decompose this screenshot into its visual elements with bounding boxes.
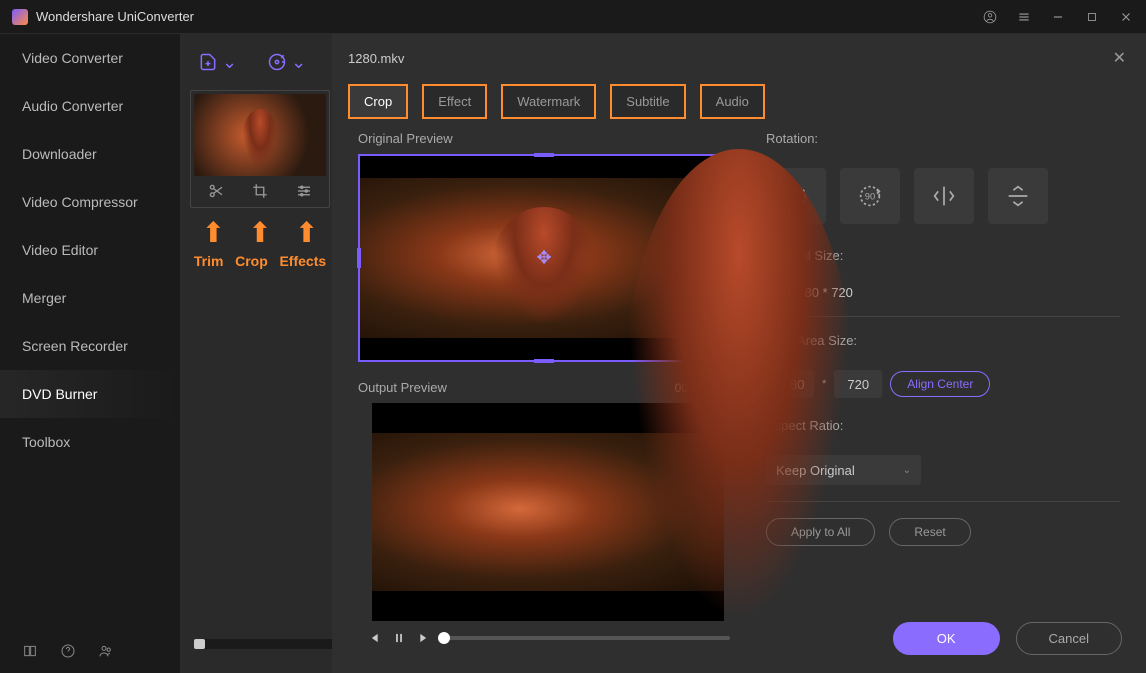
- pause-button[interactable]: [392, 631, 406, 645]
- move-icon[interactable]: ✥: [536, 248, 551, 269]
- tutorial-icon[interactable]: [22, 643, 38, 659]
- ok-button[interactable]: OK: [893, 622, 1000, 655]
- flip-horizontal-button[interactable]: [914, 168, 974, 224]
- original-preview-label: Original Preview: [358, 131, 738, 146]
- crop-handle-left[interactable]: [357, 248, 361, 268]
- rotation-label: Rotation:: [766, 131, 1120, 146]
- annotation-crop: Crop: [235, 253, 268, 269]
- filename-label: 1280.mkv: [348, 51, 404, 66]
- clip-thumbnail[interactable]: [194, 94, 326, 176]
- tab-watermark[interactable]: Watermark: [501, 84, 596, 119]
- chevron-down-icon: ⌄: [903, 465, 911, 476]
- reset-button[interactable]: Reset: [889, 518, 970, 546]
- arrow-up-icon: ⬆: [248, 216, 271, 249]
- cancel-button[interactable]: Cancel: [1016, 622, 1122, 655]
- crop-handle-top[interactable]: [534, 153, 554, 157]
- app-logo: Wondershare UniConverter: [12, 9, 194, 25]
- logo-icon: [12, 9, 28, 25]
- chevron-down-icon: ⌄: [291, 52, 306, 73]
- sidebar-item-toolbox[interactable]: Toolbox: [0, 418, 180, 466]
- sidebar-item-dvd-burner[interactable]: DVD Burner: [0, 370, 180, 418]
- tab-effect[interactable]: Effect: [422, 84, 487, 119]
- load-disc-button[interactable]: ⌄: [267, 52, 306, 73]
- minimize-icon[interactable]: [1050, 9, 1066, 25]
- sidebar-item-video-converter[interactable]: Video Converter: [0, 34, 180, 82]
- tab-subtitle[interactable]: Subtitle: [610, 84, 685, 119]
- maximize-icon[interactable]: [1084, 9, 1100, 25]
- sidebar-item-merger[interactable]: Merger: [0, 274, 180, 322]
- seek-bar[interactable]: [444, 636, 730, 640]
- sidebar-item-screen-recorder[interactable]: Screen Recorder: [0, 322, 180, 370]
- crop-handle-bottom[interactable]: [534, 359, 554, 363]
- sidebar-item-downloader[interactable]: Downloader: [0, 130, 180, 178]
- crop-icon[interactable]: [251, 182, 269, 200]
- tab-crop[interactable]: Crop: [348, 84, 408, 119]
- community-icon[interactable]: [98, 643, 114, 659]
- menu-icon[interactable]: [1016, 9, 1032, 25]
- output-preview: [372, 403, 724, 621]
- annotation-trim: Trim: [194, 253, 224, 269]
- add-file-button[interactable]: ⌄: [198, 52, 237, 73]
- effects-icon[interactable]: [295, 182, 313, 200]
- sidebar-item-video-editor[interactable]: Video Editor: [0, 226, 180, 274]
- app-title: Wondershare UniConverter: [36, 9, 194, 24]
- arrow-up-icon: ⬆: [202, 216, 225, 249]
- output-preview-label: Output Preview: [358, 380, 447, 395]
- close-icon[interactable]: [1118, 9, 1134, 25]
- sidebar-item-video-compressor[interactable]: Video Compressor: [0, 178, 180, 226]
- flip-vertical-button[interactable]: [988, 168, 1048, 224]
- sidebar-item-audio-converter[interactable]: Audio Converter: [0, 82, 180, 130]
- help-icon[interactable]: [60, 643, 76, 659]
- clip-thumbnail-panel: ⬆ ⬆ ⬆ Trim Crop Effects: [190, 90, 330, 269]
- editor-panel: 1280.mkv ✕ Crop Effect Watermark Subtitl…: [332, 34, 1146, 673]
- editor-close-button[interactable]: ✕: [1109, 44, 1130, 72]
- account-icon[interactable]: [982, 9, 998, 25]
- arrow-up-icon: ⬆: [295, 216, 318, 249]
- align-center-button[interactable]: Align Center: [890, 371, 990, 397]
- svg-text:90: 90: [865, 192, 875, 202]
- rotate-right-button[interactable]: 90: [840, 168, 900, 224]
- prev-frame-button[interactable]: [366, 631, 380, 645]
- next-frame-button[interactable]: [418, 631, 432, 645]
- sidebar: Video Converter Audio Converter Download…: [0, 34, 180, 673]
- tab-audio[interactable]: Audio: [700, 84, 765, 119]
- trim-icon[interactable]: [207, 182, 225, 200]
- content-area: ⌄ ⌄: [180, 34, 1146, 673]
- chevron-down-icon: ⌄: [222, 52, 237, 73]
- burn-progress: [194, 639, 334, 649]
- titlebar: Wondershare UniConverter: [0, 0, 1146, 34]
- annotation-effects: Effects: [279, 253, 326, 269]
